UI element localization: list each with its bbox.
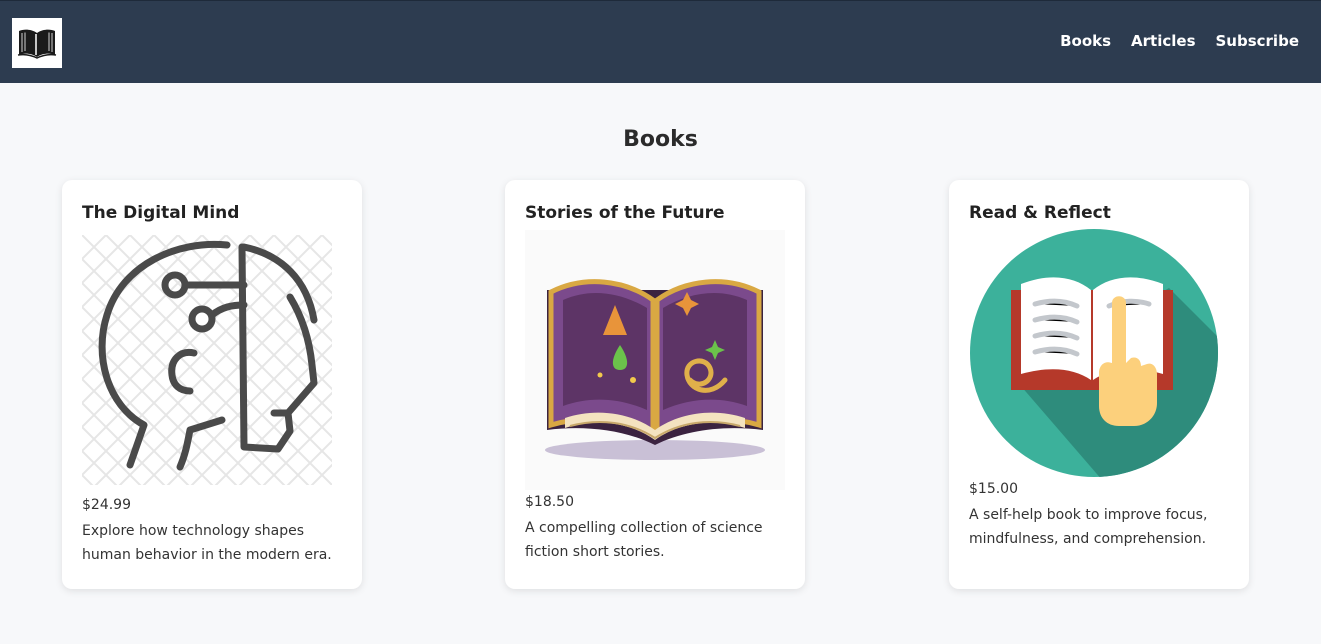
book-description: A self-help book to improve focus, mindf…	[969, 507, 1208, 547]
nav-link-articles[interactable]: Articles	[1131, 32, 1195, 50]
book-title: The Digital Mind	[82, 203, 240, 223]
book-price: $15.00	[969, 481, 1018, 497]
book-price: $18.50	[525, 494, 574, 510]
page-title: Books	[623, 127, 698, 152]
reading-book-icon	[970, 229, 1218, 477]
book-card[interactable]: The Digital Mind $24.99 Explore how tech…	[62, 180, 362, 589]
book-description: A compelling collection of science ficti…	[525, 520, 763, 560]
logo[interactable]	[12, 18, 62, 68]
book-title: Read & Reflect	[969, 203, 1111, 223]
book-title: Stories of the Future	[525, 203, 725, 223]
nav-link-books[interactable]: Books	[1060, 32, 1111, 50]
book-price: $24.99	[82, 497, 131, 513]
nav-link-subscribe[interactable]: Subscribe	[1216, 32, 1300, 50]
magic-book-icon	[525, 230, 785, 490]
open-book-icon	[17, 29, 57, 59]
navbar: Books Articles Subscribe	[0, 0, 1321, 83]
nav-links: Books Articles Subscribe	[1060, 32, 1299, 50]
book-card[interactable]: Read & Reflect $15.00 A self-help book t…	[949, 180, 1249, 589]
book-card[interactable]: Stories of the Future $18.50 A compellin…	[505, 180, 805, 589]
digital-head-icon	[82, 235, 332, 485]
book-description: Explore how technology shapes human beha…	[82, 523, 332, 563]
